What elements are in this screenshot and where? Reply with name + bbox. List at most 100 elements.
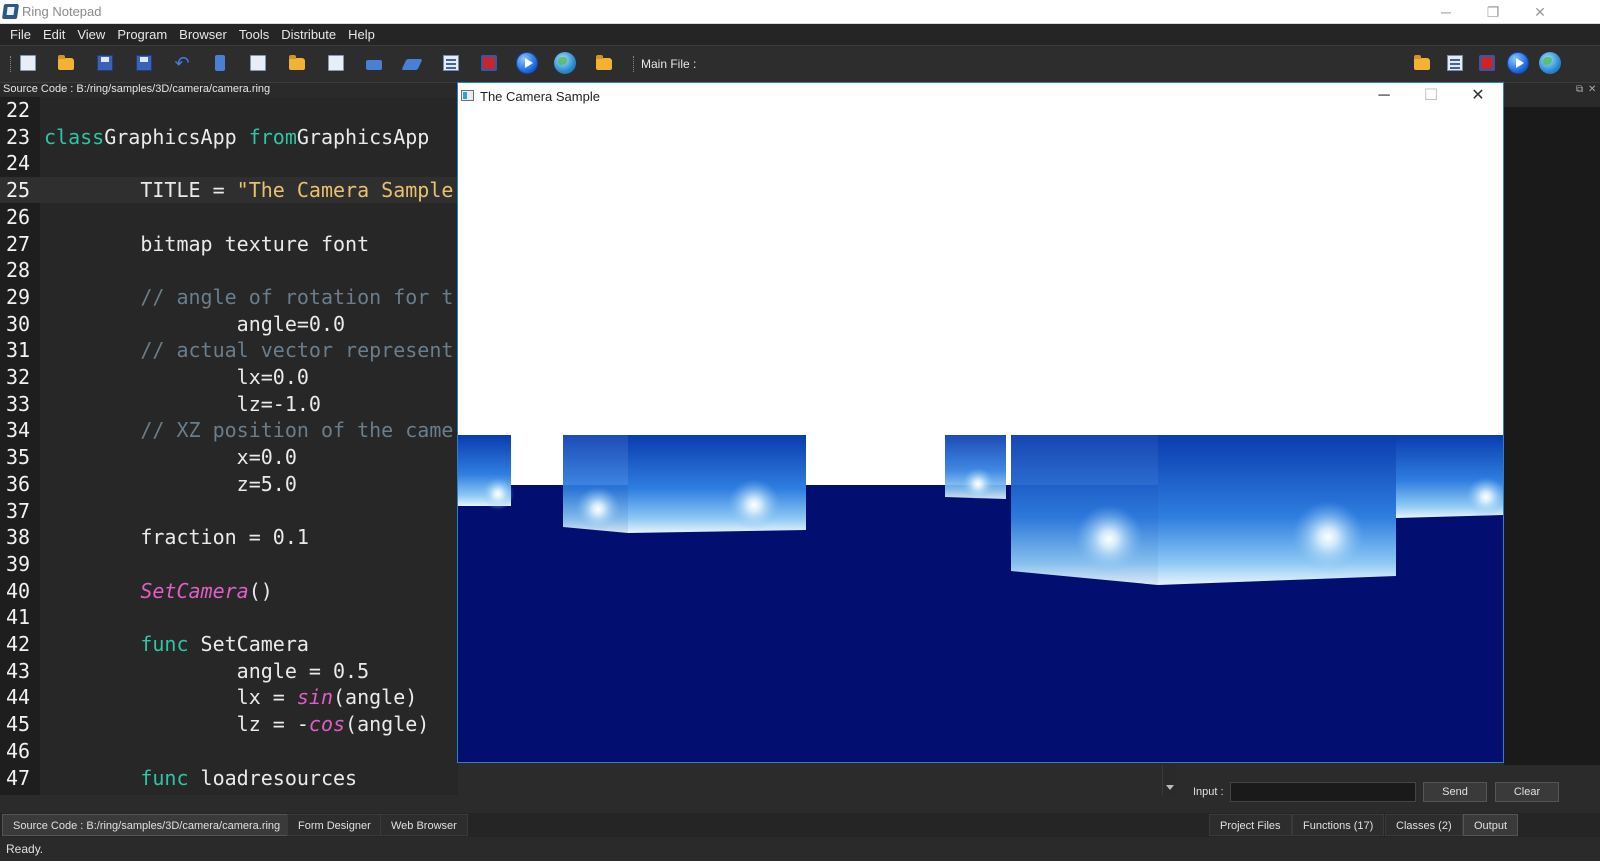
menu-tools[interactable]: Tools: [233, 24, 275, 45]
code-line[interactable]: 47 func loadresources: [0, 765, 458, 791]
code-line[interactable]: 32 lx=0.0: [0, 364, 458, 390]
code-line[interactable]: 34 // XZ position of the came: [0, 417, 458, 443]
cube-2: [563, 435, 806, 533]
paste-icon[interactable]: [289, 55, 305, 70]
code-text: func loadresources: [44, 765, 357, 791]
code-line[interactable]: 41: [0, 604, 458, 630]
dock-close-icon[interactable]: ✕: [1588, 84, 1596, 95]
tab-source-code[interactable]: Source Code : B:/ring/samples/3D/camera/…: [2, 814, 292, 836]
run-icon-right[interactable]: [1507, 52, 1529, 74]
scroll-down-arrow[interactable]: [1162, 765, 1176, 795]
tab-functions[interactable]: Functions (17): [1292, 814, 1385, 836]
code-line[interactable]: 38 fraction = 0.1: [0, 524, 458, 550]
menu-file[interactable]: File: [4, 24, 37, 45]
close-button[interactable]: ✕: [1517, 0, 1563, 24]
menu-edit[interactable]: Edit: [37, 24, 71, 45]
debug-icon[interactable]: [481, 55, 497, 71]
eraser-icon[interactable]: [401, 59, 423, 70]
camera-maximize-button[interactable]: ☐: [1408, 83, 1454, 109]
save-icon[interactable]: [97, 55, 113, 71]
menu-help[interactable]: Help: [342, 24, 381, 45]
line-number: 48: [6, 791, 30, 795]
code-line[interactable]: 45 lz = -cos(angle): [0, 711, 458, 737]
line-number: 22: [6, 98, 31, 122]
cube-3: [945, 435, 1006, 500]
menu-view[interactable]: View: [71, 24, 111, 45]
3d-scene-canvas[interactable]: [458, 109, 1503, 762]
cut-icon[interactable]: [215, 55, 225, 71]
tab-output[interactable]: Output: [1463, 814, 1519, 836]
code-line[interactable]: 27 bitmap texture font: [0, 231, 458, 257]
code-line[interactable]: 43 angle = 0.5: [0, 658, 458, 684]
code-line[interactable]: 39: [0, 551, 458, 577]
code-line[interactable]: 33 lz=-1.0: [0, 391, 458, 417]
code-token: x=0.0: [44, 445, 297, 469]
line-number: 38: [6, 525, 31, 549]
toolbar: ↶ Main File :: [0, 45, 1600, 83]
restore-button[interactable]: ❐: [1470, 0, 1516, 24]
minimize-button[interactable]: ─: [1423, 0, 1469, 24]
code-line[interactable]: 35 x=0.0: [0, 444, 458, 470]
code-text: // angle of rotation for t: [44, 284, 453, 310]
menu-distribute[interactable]: Distribute: [275, 24, 342, 45]
save-as-icon[interactable]: [136, 55, 152, 71]
tab-web-browser[interactable]: Web Browser: [380, 814, 468, 836]
input-field[interactable]: [1230, 782, 1416, 802]
code-line[interactable]: 28: [0, 257, 458, 283]
code-token: // angle of rotation for t: [44, 285, 454, 309]
code-line[interactable]: 29 // angle of rotation for t: [0, 284, 458, 310]
open-project-icon[interactable]: [596, 55, 612, 70]
web-icon-right[interactable]: [1539, 52, 1561, 74]
line-number: 46: [6, 739, 31, 763]
menu-browser[interactable]: Browser: [173, 24, 233, 45]
code-line[interactable]: 40 SetCamera(): [0, 578, 458, 604]
copy-icon[interactable]: [250, 55, 266, 71]
font-icon[interactable]: [328, 55, 344, 71]
camera-close-button[interactable]: ✕: [1455, 83, 1501, 109]
camera-minimize-button[interactable]: ─: [1361, 83, 1407, 109]
send-button[interactable]: Send: [1423, 782, 1487, 802]
cube-1: [458, 435, 514, 510]
form-designer-icon[interactable]: [443, 55, 459, 71]
open-folder-icon-right[interactable]: [1414, 55, 1430, 70]
debug-icon-right[interactable]: [1479, 55, 1495, 71]
clear-button[interactable]: Clear: [1495, 782, 1559, 802]
form-designer-icon-right[interactable]: [1447, 55, 1463, 71]
open-folder-icon[interactable]: [58, 55, 74, 70]
code-line[interactable]: 25 TITLE = "The Camera Sample: [0, 177, 458, 203]
dock-float-icon[interactable]: ⧉: [1576, 84, 1583, 95]
web-icon[interactable]: [554, 52, 576, 74]
code-line[interactable]: 46: [0, 738, 458, 764]
code-token: TITLE =: [44, 178, 237, 202]
undo-icon[interactable]: ↶: [174, 54, 190, 72]
code-line[interactable]: 26: [0, 204, 458, 230]
line-number: 47: [6, 766, 31, 790]
code-line[interactable]: 31 // actual vector represent: [0, 337, 458, 363]
code-line[interactable]: 36 z=5.0: [0, 471, 458, 497]
code-text: // XZ position of the came: [44, 417, 453, 443]
input-label: Input :: [1193, 786, 1224, 798]
new-file-icon[interactable]: [20, 55, 36, 71]
code-line[interactable]: 24: [0, 150, 458, 176]
camera-sample-window[interactable]: The Camera Sample ─ ☐ ✕: [457, 82, 1504, 763]
code-line[interactable]: 37: [0, 498, 458, 524]
code-token: (): [248, 579, 273, 603]
line-number: 44: [6, 685, 31, 709]
code-text: lz = -cos(angle): [44, 711, 430, 737]
find-icon[interactable]: [366, 60, 382, 70]
code-line[interactable]: 22: [0, 97, 458, 123]
code-line[interactable]: 44 lx = sin(angle): [0, 684, 458, 710]
line-number: 28: [6, 258, 31, 282]
code-line[interactable]: 48: [0, 791, 458, 795]
code-line[interactable]: 42 func SetCamera: [0, 631, 458, 657]
code-line[interactable]: 23 classGraphicsApp fromGraphicsApp: [0, 124, 458, 150]
tab-classes[interactable]: Classes (2): [1385, 814, 1463, 836]
tab-form-designer[interactable]: Form Designer: [287, 814, 382, 836]
menu-program[interactable]: Program: [111, 24, 173, 45]
run-icon[interactable]: [516, 52, 538, 74]
code-line[interactable]: 30 angle=0.0: [0, 311, 458, 337]
tab-project-files[interactable]: Project Files: [1209, 814, 1292, 836]
code-editor[interactable]: 22 23 classGraphicsApp fromGraphicsApp 24 25…: [0, 97, 458, 795]
